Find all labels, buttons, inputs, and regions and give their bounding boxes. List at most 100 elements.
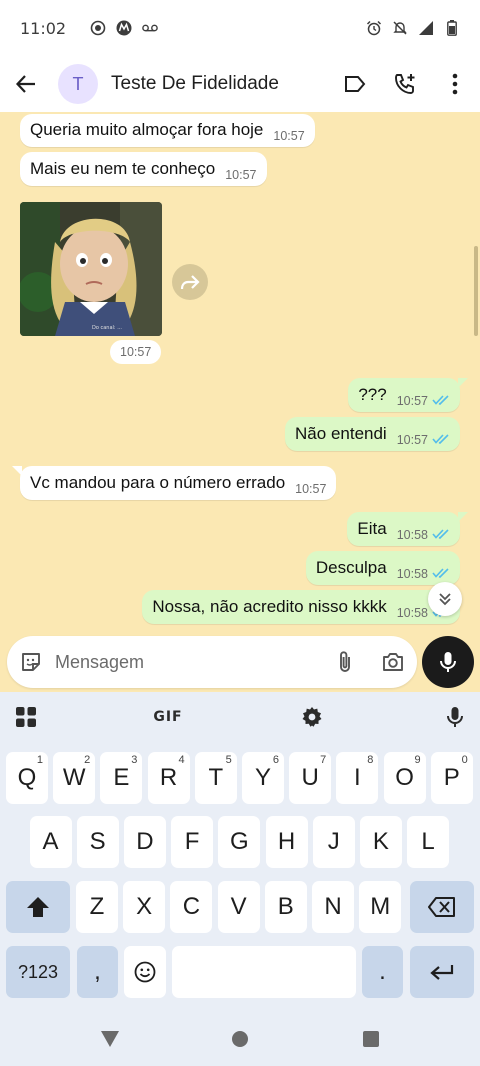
key-w[interactable]: W2 bbox=[53, 752, 96, 804]
message-incoming[interactable]: Queria muito almoçar fora hoje 10:57 bbox=[20, 114, 315, 147]
add-call-icon[interactable] bbox=[380, 56, 430, 112]
image-watermark: Do canal: ... bbox=[92, 325, 122, 331]
key-k[interactable]: K bbox=[359, 816, 402, 868]
motorola-icon bbox=[116, 20, 132, 36]
key-i[interactable]: I8 bbox=[336, 752, 379, 804]
enter-key[interactable] bbox=[410, 946, 474, 998]
key-x[interactable]: X bbox=[123, 881, 166, 933]
key-a[interactable]: A bbox=[29, 816, 72, 868]
key-t[interactable]: T5 bbox=[194, 752, 237, 804]
shift-icon bbox=[27, 897, 49, 917]
key-f[interactable]: F bbox=[171, 816, 214, 868]
message-outgoing[interactable]: Nossa, não acredito nisso kkkk 10:58 bbox=[142, 590, 460, 624]
mic-icon bbox=[440, 652, 456, 672]
key-q[interactable]: Q1 bbox=[6, 752, 48, 804]
alarm-icon bbox=[366, 20, 382, 36]
comma-key[interactable]: , bbox=[77, 946, 118, 998]
message-outgoing[interactable]: Não entendi 10:57 bbox=[285, 417, 460, 451]
key-h[interactable]: H bbox=[265, 816, 308, 868]
key-hint: 9 bbox=[414, 754, 421, 766]
back-arrow-icon[interactable] bbox=[0, 56, 52, 112]
nav-recents-icon[interactable] bbox=[360, 1028, 382, 1050]
key-label: V bbox=[230, 893, 247, 920]
key-label: Z bbox=[89, 893, 105, 920]
message-time: 10:57 bbox=[396, 433, 428, 447]
message-text: ??? bbox=[358, 385, 387, 404]
voice-record-button[interactable] bbox=[422, 636, 474, 688]
nav-back-icon[interactable] bbox=[99, 1028, 121, 1050]
more-vert-icon[interactable] bbox=[430, 56, 480, 112]
key-label: E bbox=[113, 764, 130, 791]
key-b[interactable]: B bbox=[264, 881, 307, 933]
attach-icon[interactable] bbox=[321, 636, 369, 688]
key-label: K bbox=[372, 828, 389, 855]
key-r[interactable]: R4 bbox=[147, 752, 190, 804]
key-label: T bbox=[208, 764, 224, 791]
label-icon[interactable] bbox=[330, 56, 380, 112]
key-n[interactable]: N bbox=[312, 881, 354, 933]
gear-icon[interactable] bbox=[296, 692, 328, 742]
read-ticks-icon bbox=[432, 430, 450, 450]
screen-record-icon bbox=[90, 20, 106, 36]
sticker-icon[interactable] bbox=[7, 636, 55, 688]
read-ticks-icon bbox=[432, 391, 450, 411]
message-outgoing[interactable]: ??? 10:57 bbox=[348, 378, 468, 412]
key-hint: 3 bbox=[131, 754, 138, 766]
key-s[interactable]: S bbox=[76, 816, 119, 868]
key-label: S bbox=[89, 828, 106, 855]
gif-button[interactable]: GIF bbox=[148, 692, 188, 742]
key-y[interactable]: Y6 bbox=[242, 752, 284, 804]
key-d[interactable]: D bbox=[123, 816, 166, 868]
message-input-box[interactable]: Mensagem bbox=[7, 636, 417, 688]
apps-grid-icon[interactable] bbox=[8, 692, 44, 742]
key-label: N bbox=[324, 893, 342, 920]
key-o[interactable]: O9 bbox=[383, 752, 426, 804]
voicemail-icon bbox=[142, 20, 158, 36]
symbols-key[interactable]: ?123 bbox=[6, 946, 70, 998]
message-outgoing[interactable]: Desculpa 10:58 bbox=[305, 551, 460, 585]
message-time: 10:57 bbox=[396, 394, 428, 408]
key-e[interactable]: E3 bbox=[100, 752, 143, 804]
period-key[interactable]: . bbox=[362, 946, 403, 998]
message-incoming[interactable]: Mais eu nem te conheço 10:57 bbox=[20, 152, 267, 186]
key-label: R bbox=[159, 764, 178, 791]
message-input[interactable]: Mensagem bbox=[55, 652, 321, 673]
signal-icon bbox=[418, 20, 434, 36]
key-hint: 1 bbox=[36, 754, 43, 766]
key-v[interactable]: V bbox=[217, 881, 260, 933]
key-g[interactable]: G bbox=[218, 816, 261, 868]
message-text: Vc mandou para o número errado bbox=[30, 473, 286, 492]
key-u[interactable]: U7 bbox=[289, 752, 332, 804]
page-title[interactable]: Teste De Fidelidade bbox=[111, 73, 279, 95]
backspace-key[interactable] bbox=[410, 881, 474, 933]
key-hint: 2 bbox=[84, 754, 91, 766]
chat-area[interactable]: Queria muito almoçar fora hoje 10:57 Mais… bbox=[0, 112, 480, 692]
forward-icon[interactable] bbox=[172, 264, 208, 300]
key-label: Y bbox=[254, 764, 271, 791]
scroll-down-button[interactable] bbox=[428, 582, 462, 616]
scrollbar[interactable] bbox=[474, 246, 478, 336]
key-hint: 4 bbox=[178, 754, 185, 766]
key-label: G bbox=[229, 828, 249, 855]
key-p[interactable]: P0 bbox=[430, 752, 473, 804]
message-outgoing[interactable]: Eita 10:58 bbox=[347, 512, 468, 546]
space-key[interactable] bbox=[172, 946, 356, 998]
key-label: D bbox=[136, 828, 154, 855]
message-incoming[interactable]: Vc mandou para o número errado 10:57 bbox=[11, 466, 337, 500]
camera-icon[interactable] bbox=[369, 636, 417, 688]
key-c[interactable]: C bbox=[170, 881, 213, 933]
key-l[interactable]: L bbox=[407, 816, 450, 868]
key-z[interactable]: Z bbox=[76, 881, 118, 933]
key-label: F bbox=[184, 828, 200, 855]
nav-home-icon[interactable] bbox=[229, 1028, 251, 1050]
key-m[interactable]: M bbox=[359, 881, 402, 933]
emoji-key[interactable] bbox=[124, 946, 166, 998]
key-label: J bbox=[327, 828, 340, 855]
key-label: Q bbox=[17, 764, 37, 791]
avatar[interactable]: T bbox=[58, 64, 98, 104]
key-hint: 5 bbox=[225, 754, 232, 766]
image-message[interactable]: Do canal: ... bbox=[20, 202, 162, 336]
keyboard-mic-icon[interactable] bbox=[440, 692, 470, 742]
key-j[interactable]: J bbox=[312, 816, 355, 868]
shift-key[interactable] bbox=[6, 881, 70, 933]
